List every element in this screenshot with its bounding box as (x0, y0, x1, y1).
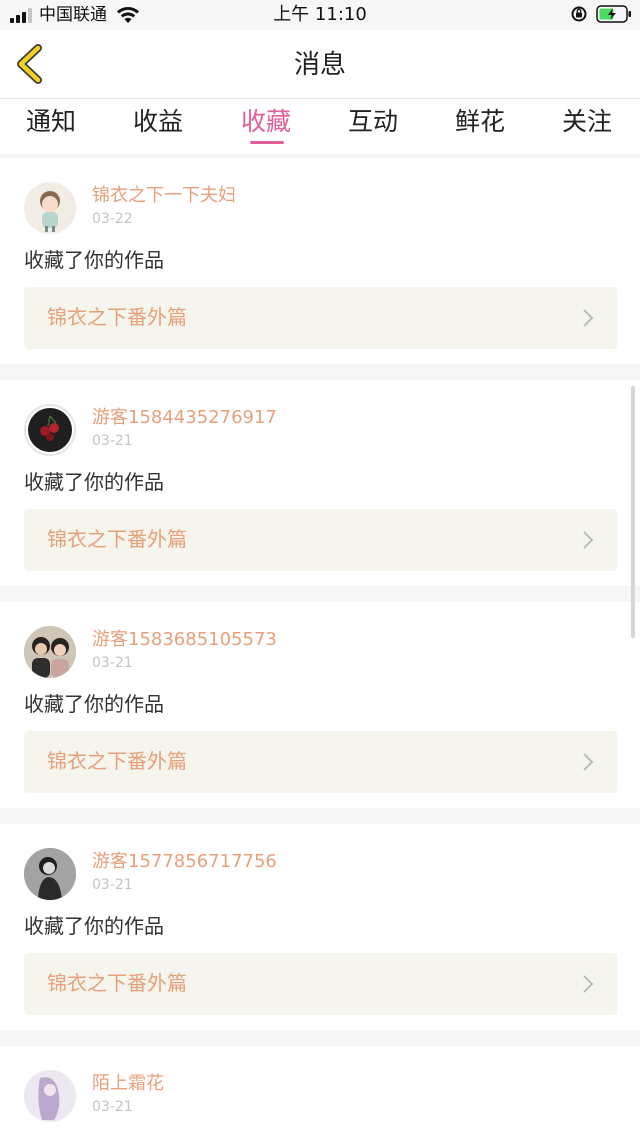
battery-icon (596, 5, 631, 23)
scrollbar[interactable] (631, 386, 635, 638)
tab-notify[interactable]: 通知 (26, 105, 76, 139)
list-item: 锦衣之下一下夫妇 03-22 收藏了你的作品 锦衣之下番外篇 (0, 158, 640, 364)
user-name[interactable]: 游客1583685105573 (92, 628, 277, 652)
tab-flowers[interactable]: 鲜花 (455, 105, 505, 139)
work-link[interactable]: 锦衣之下番外篇 (24, 287, 617, 349)
work-link[interactable]: 锦衣之下番外篇 (24, 731, 617, 793)
status-time: 上午 11:10 (273, 4, 367, 25)
avatar[interactable] (24, 404, 76, 456)
work-title: 锦衣之下番外篇 (47, 749, 187, 773)
rotation-lock-icon (571, 6, 587, 22)
work-title: 锦衣之下番外篇 (47, 305, 187, 329)
avatar[interactable] (24, 848, 76, 900)
status-bar: 中国联通 上午 11:10 (0, 0, 640, 30)
chevron-right-icon (583, 753, 594, 771)
chevron-right-icon (583, 975, 594, 993)
work-link[interactable]: 锦衣之下番外篇 (24, 509, 617, 571)
avatar[interactable] (24, 626, 76, 678)
user-name[interactable]: 锦衣之下一下夫妇 (92, 184, 236, 208)
user-name[interactable]: 游客1584435276917 (92, 406, 277, 430)
chevron-right-icon (583, 531, 594, 549)
tab-earnings[interactable]: 收益 (133, 105, 183, 139)
action-text: 收藏了你的作品 (24, 692, 164, 716)
list-item: 游客1583685105573 03-21 收藏了你的作品 锦衣之下番外篇 (0, 602, 640, 808)
action-text: 收藏了你的作品 (24, 914, 164, 938)
tab-bar: 通知 收益 收藏 互动 鲜花 关注 (0, 98, 640, 154)
date-label: 03-22 (92, 211, 133, 227)
action-text: 收藏了你的作品 (24, 470, 164, 494)
work-title: 锦衣之下番外篇 (47, 527, 187, 551)
list-item: 游客1577856717756 03-21 收藏了你的作品 锦衣之下番外篇 (0, 824, 640, 1030)
tab-interaction[interactable]: 互动 (348, 105, 398, 139)
work-link[interactable]: 锦衣之下番外篇 (24, 953, 617, 1015)
date-label: 03-21 (92, 877, 133, 893)
user-name[interactable]: 陌上霜花 (92, 1072, 164, 1096)
work-title: 锦衣之下番外篇 (47, 971, 187, 995)
tab-follow[interactable]: 关注 (562, 105, 612, 139)
tab-indicator (250, 141, 284, 144)
action-text: 收藏了你的作品 (24, 248, 164, 272)
page-title: 消息 (293, 50, 346, 80)
avatar[interactable] (24, 1070, 76, 1122)
tab-favorites[interactable]: 收藏 (241, 105, 291, 139)
chevron-right-icon (583, 309, 594, 327)
nav-bar: 消息 (0, 30, 640, 98)
list-item: 游客1584435276917 03-21 收藏了你的作品 锦衣之下番外篇 (0, 380, 640, 586)
user-name[interactable]: 游客1577856717756 (92, 850, 277, 874)
date-label: 03-21 (92, 655, 133, 671)
list-item: 陌上霜花 03-21 (0, 1046, 640, 1138)
date-label: 03-21 (92, 433, 133, 449)
status-right (570, 5, 632, 23)
avatar[interactable] (24, 182, 76, 234)
date-label: 03-21 (92, 1099, 133, 1115)
